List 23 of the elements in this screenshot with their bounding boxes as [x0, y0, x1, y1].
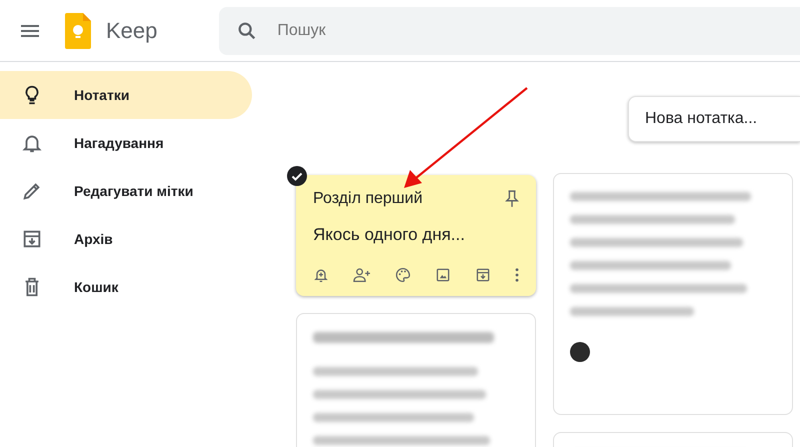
note-title: Розділ перший	[313, 190, 423, 208]
bell-plus-icon[interactable]	[313, 267, 329, 283]
add-person-icon[interactable]	[353, 267, 371, 283]
check-icon[interactable]	[287, 166, 307, 186]
search-bar[interactable]: Пошук	[219, 6, 800, 54]
keep-logo-icon	[65, 12, 91, 48]
note-text: Якось одного дня...	[313, 225, 466, 245]
sidebar-item[interactable]: Нагадування	[0, 119, 252, 167]
more-icon[interactable]	[515, 268, 519, 282]
archive-icon[interactable]	[475, 267, 491, 283]
sidebar-item[interactable]: Нотатки	[0, 71, 252, 119]
search-field[interactable]: Пошук	[275, 20, 800, 40]
sidebar-item[interactable]: Кошик	[0, 263, 252, 311]
new-note-field[interactable]: Нова нотатка...	[628, 96, 800, 142]
image-icon[interactable]	[435, 267, 451, 283]
app-title: Keep	[106, 18, 158, 44]
palette-icon[interactable]	[395, 267, 411, 283]
pin-icon[interactable]	[505, 190, 519, 208]
sidebar-item[interactable]: Редагувати мітки	[0, 167, 252, 215]
menu-icon[interactable]	[21, 24, 39, 36]
note-card[interactable]: Розділ перший Якось одного дня...	[296, 175, 536, 296]
archive-icon	[21, 228, 43, 250]
sidebar-item[interactable]: Архів	[0, 215, 252, 263]
